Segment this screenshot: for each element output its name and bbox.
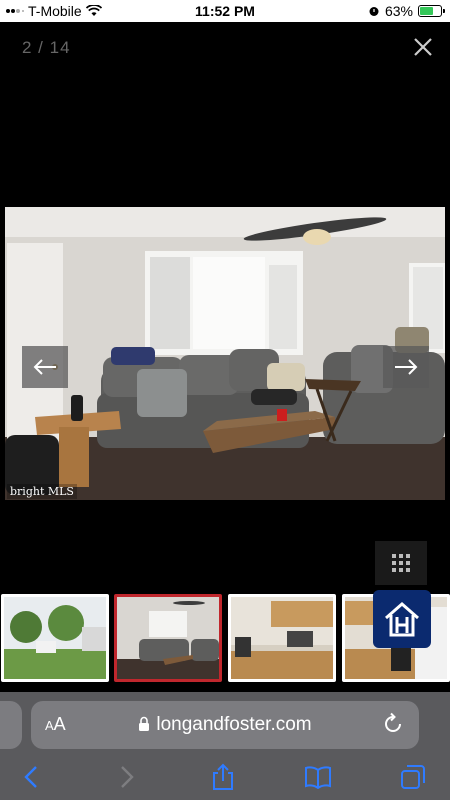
back-icon bbox=[24, 766, 37, 788]
battery-percent: 63% bbox=[384, 3, 413, 19]
grid-view-button[interactable] bbox=[375, 541, 427, 585]
exterior-thumbnail-image bbox=[4, 597, 106, 679]
alarm-icon bbox=[369, 7, 379, 16]
thumbnail-kitchen[interactable] bbox=[228, 594, 336, 682]
lock-icon bbox=[139, 716, 150, 731]
browser-toolbar bbox=[0, 756, 450, 796]
url-display: longandfoster.com bbox=[31, 714, 419, 736]
kitchen-thumbnail-image bbox=[231, 597, 333, 679]
forward-button[interactable] bbox=[112, 762, 142, 792]
grid-icon bbox=[392, 554, 410, 572]
living-room-thumbnail-image bbox=[117, 597, 219, 679]
thumbnail-living-room[interactable] bbox=[114, 594, 222, 682]
reload-icon[interactable] bbox=[381, 712, 405, 736]
photo-counter: 2 / 14 bbox=[22, 38, 71, 57]
tabs-button[interactable] bbox=[398, 762, 428, 792]
home-icon bbox=[385, 602, 419, 637]
address-bar[interactable]: AA longandfoster.com bbox=[31, 701, 419, 749]
battery-charging-icon bbox=[418, 5, 445, 17]
url-text: longandfoster.com bbox=[156, 714, 312, 735]
thumbnail-exterior[interactable] bbox=[1, 594, 109, 682]
main-photo[interactable] bbox=[5, 207, 445, 500]
living-room-photo bbox=[5, 207, 445, 500]
mls-logo: bright MLS bbox=[7, 484, 77, 499]
share-icon bbox=[213, 763, 233, 790]
arrow-right-icon bbox=[395, 359, 418, 375]
close-icon[interactable] bbox=[410, 34, 436, 60]
status-bar: T-Mobile 11:52 PM 63% bbox=[0, 0, 450, 22]
forward-icon bbox=[121, 766, 134, 788]
previous-tab-edge[interactable] bbox=[0, 701, 22, 749]
share-button[interactable] bbox=[208, 762, 238, 792]
arrow-left-icon bbox=[33, 359, 56, 375]
next-photo-button[interactable] bbox=[383, 346, 429, 388]
home-button[interactable] bbox=[373, 590, 431, 648]
tabs-icon bbox=[401, 765, 425, 789]
bookmarks-button[interactable] bbox=[303, 762, 333, 792]
previous-photo-button[interactable] bbox=[22, 346, 68, 388]
status-right: 63% bbox=[368, 3, 445, 19]
back-button[interactable] bbox=[16, 762, 46, 792]
bookmarks-icon bbox=[305, 766, 331, 789]
